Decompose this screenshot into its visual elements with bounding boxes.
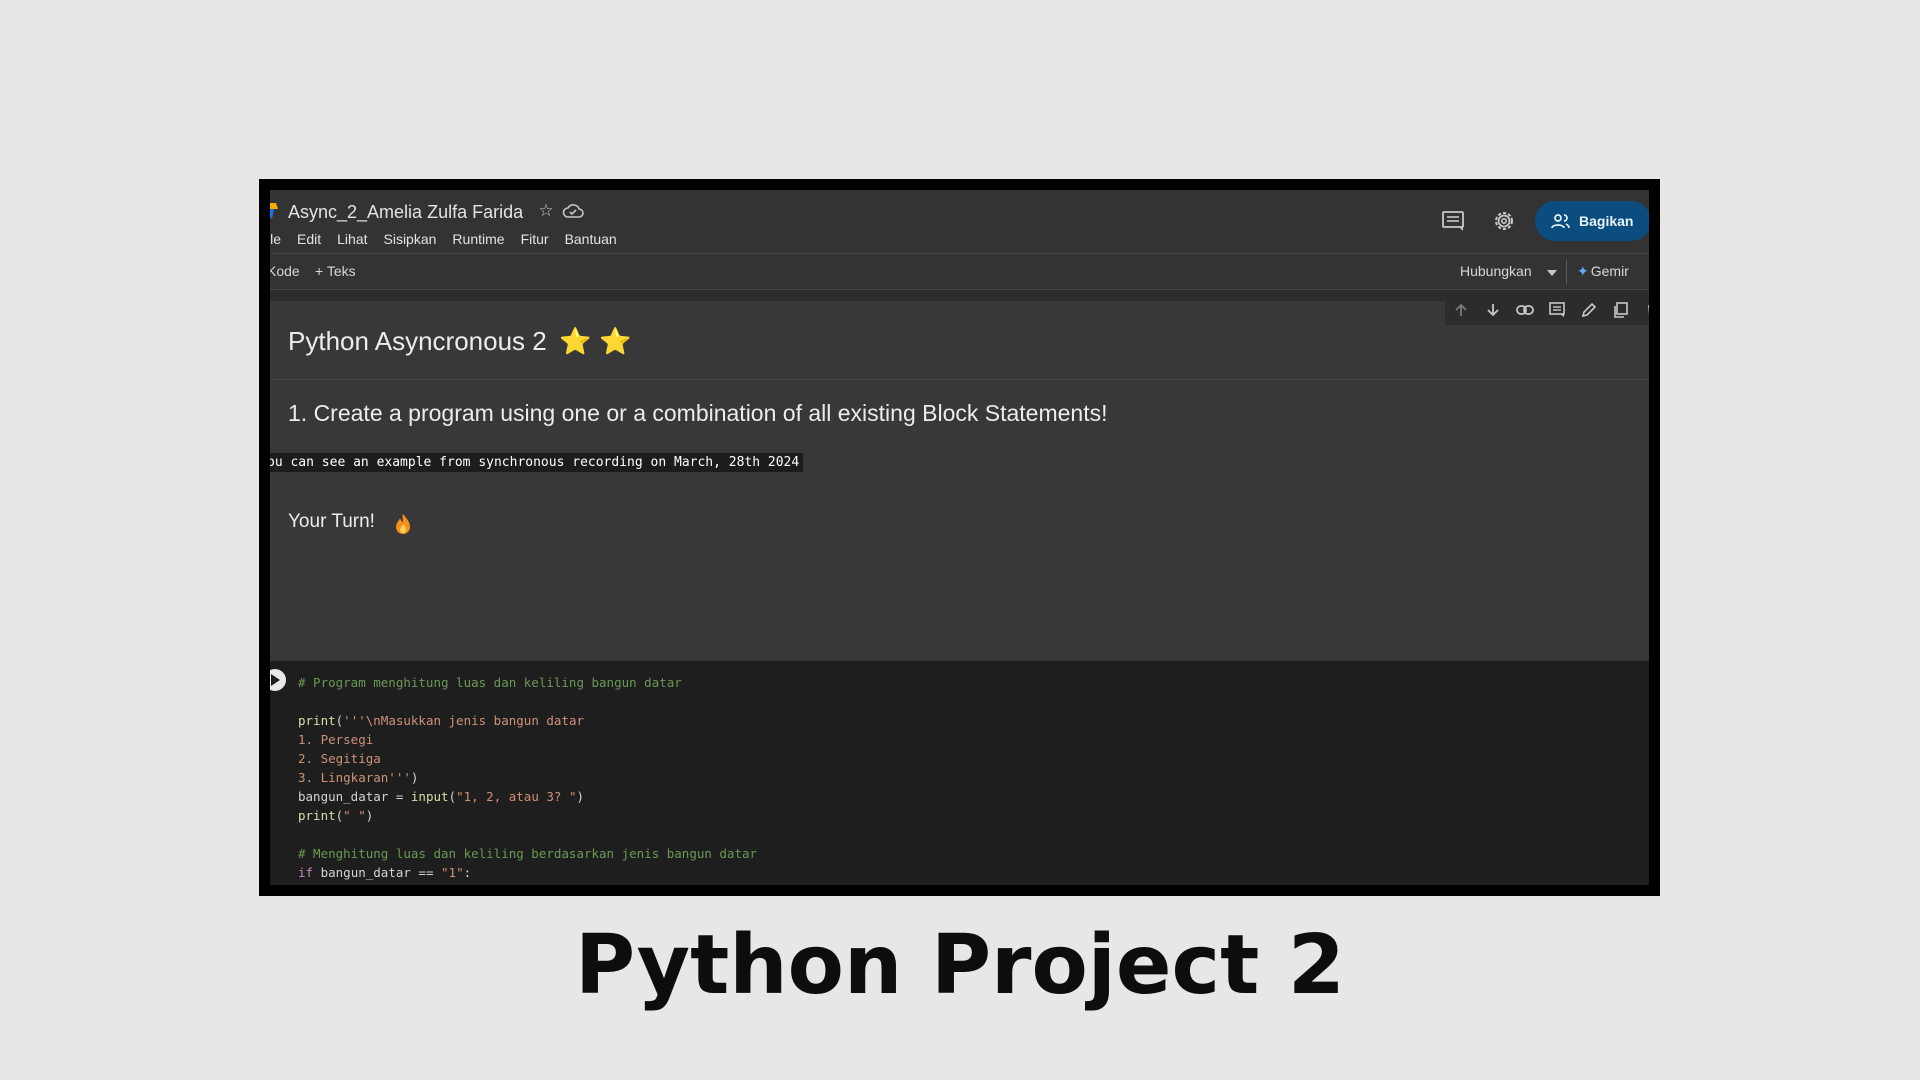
star-emoji: ⭐⭐ — [559, 326, 640, 356]
add-code-button[interactable]: Kode — [270, 263, 300, 279]
share-label: Bagikan — [1579, 213, 1634, 229]
screenshot-frame: Async_2_Amelia Zulfa Farida ☆ ile Edit L… — [259, 179, 1660, 896]
code-line: # Menghitung luas dan keliling berdasark… — [298, 846, 758, 861]
delete-icon[interactable] — [1637, 295, 1649, 325]
caption-title: Python Project 2 — [575, 918, 1345, 1013]
notebook-toolbar: Kode + Teks Hubungkan ✦ Gemir — [270, 254, 1649, 290]
colab-window: Async_2_Amelia Zulfa Farida ☆ ile Edit L… — [270, 190, 1649, 885]
fire-icon — [396, 514, 410, 534]
people-icon — [1551, 214, 1570, 229]
star-icon[interactable]: ☆ — [535, 200, 557, 222]
code-line: # Program menghitung luas dan keliling b… — [298, 675, 682, 690]
add-text-button[interactable]: + Teks — [315, 263, 356, 279]
cell-toolbar — [1445, 295, 1649, 325]
gear-icon[interactable] — [1491, 208, 1517, 234]
menu-insert[interactable]: Sisipkan — [384, 231, 437, 247]
sparkle-icon: ✦ — [1577, 263, 1589, 279]
menu-view[interactable]: Lihat — [337, 231, 367, 247]
code-line: sisi = float(input("Masukkan panjang sis… — [298, 884, 659, 885]
task-heading: 1. Create a program using one or a combi… — [288, 400, 1108, 426]
menu-bar: ile Edit Lihat Sisipkan Runtime Fitur Ba… — [270, 231, 633, 247]
comment-icon[interactable] — [1541, 295, 1573, 325]
link-icon[interactable] — [1509, 295, 1541, 325]
code-editor[interactable]: # Program menghitung luas dan keliling b… — [298, 673, 757, 885]
comments-icon[interactable] — [1440, 209, 1466, 233]
code-line: bangun_datar = input("1, 2, atau 3? ") — [298, 789, 585, 804]
menu-tools[interactable]: Fitur — [521, 231, 549, 247]
gemini-button[interactable]: ✦ Gemir — [1577, 263, 1629, 280]
markdown-heading: Python Asyncronous 2 — [288, 326, 547, 356]
toolbar-divider — [1566, 260, 1567, 284]
copy-cell-icon[interactable] — [1605, 295, 1637, 325]
inline-code-note: ou can see an example from synchronous r… — [270, 453, 804, 472]
chevron-down-icon[interactable] — [1547, 270, 1557, 276]
code-cell[interactable]: # Program menghitung luas dan keliling b… — [270, 661, 1649, 885]
code-line: 1. Persegi — [298, 732, 374, 747]
document-title[interactable]: Async_2_Amelia Zulfa Farida — [288, 202, 523, 223]
code-line: 3. Lingkaran''') — [298, 770, 419, 785]
code-line: 2. Segitiga — [298, 751, 381, 766]
your-turn-heading: Your Turn! — [288, 511, 375, 532]
move-up-icon[interactable] — [1445, 295, 1477, 325]
header: Async_2_Amelia Zulfa Farida ☆ ile Edit L… — [270, 190, 1649, 254]
code-line: print(" ") — [298, 808, 374, 823]
share-button[interactable]: Bagikan — [1535, 201, 1649, 241]
menu-file[interactable]: ile — [270, 231, 281, 247]
menu-help[interactable]: Bantuan — [565, 231, 617, 247]
gemini-label: Gemir — [1590, 263, 1629, 279]
code-line: if bangun_datar == "1": — [298, 865, 472, 880]
menu-edit[interactable]: Edit — [297, 231, 321, 247]
divider — [270, 379, 1649, 380]
colab-logo-icon — [270, 203, 278, 219]
menu-runtime[interactable]: Runtime — [452, 231, 504, 247]
text-cell[interactable]: Python Asyncronous 2 ⭐⭐ 1. Create a prog… — [270, 301, 1649, 661]
connect-button[interactable]: Hubungkan — [1460, 263, 1532, 279]
run-cell-button[interactable] — [270, 669, 286, 691]
code-line: print('''\nMasukkan jenis bangun datar — [298, 713, 584, 728]
cloud-saved-icon[interactable] — [562, 202, 584, 220]
edit-pencil-icon[interactable] — [1573, 295, 1605, 325]
move-down-icon[interactable] — [1477, 295, 1509, 325]
